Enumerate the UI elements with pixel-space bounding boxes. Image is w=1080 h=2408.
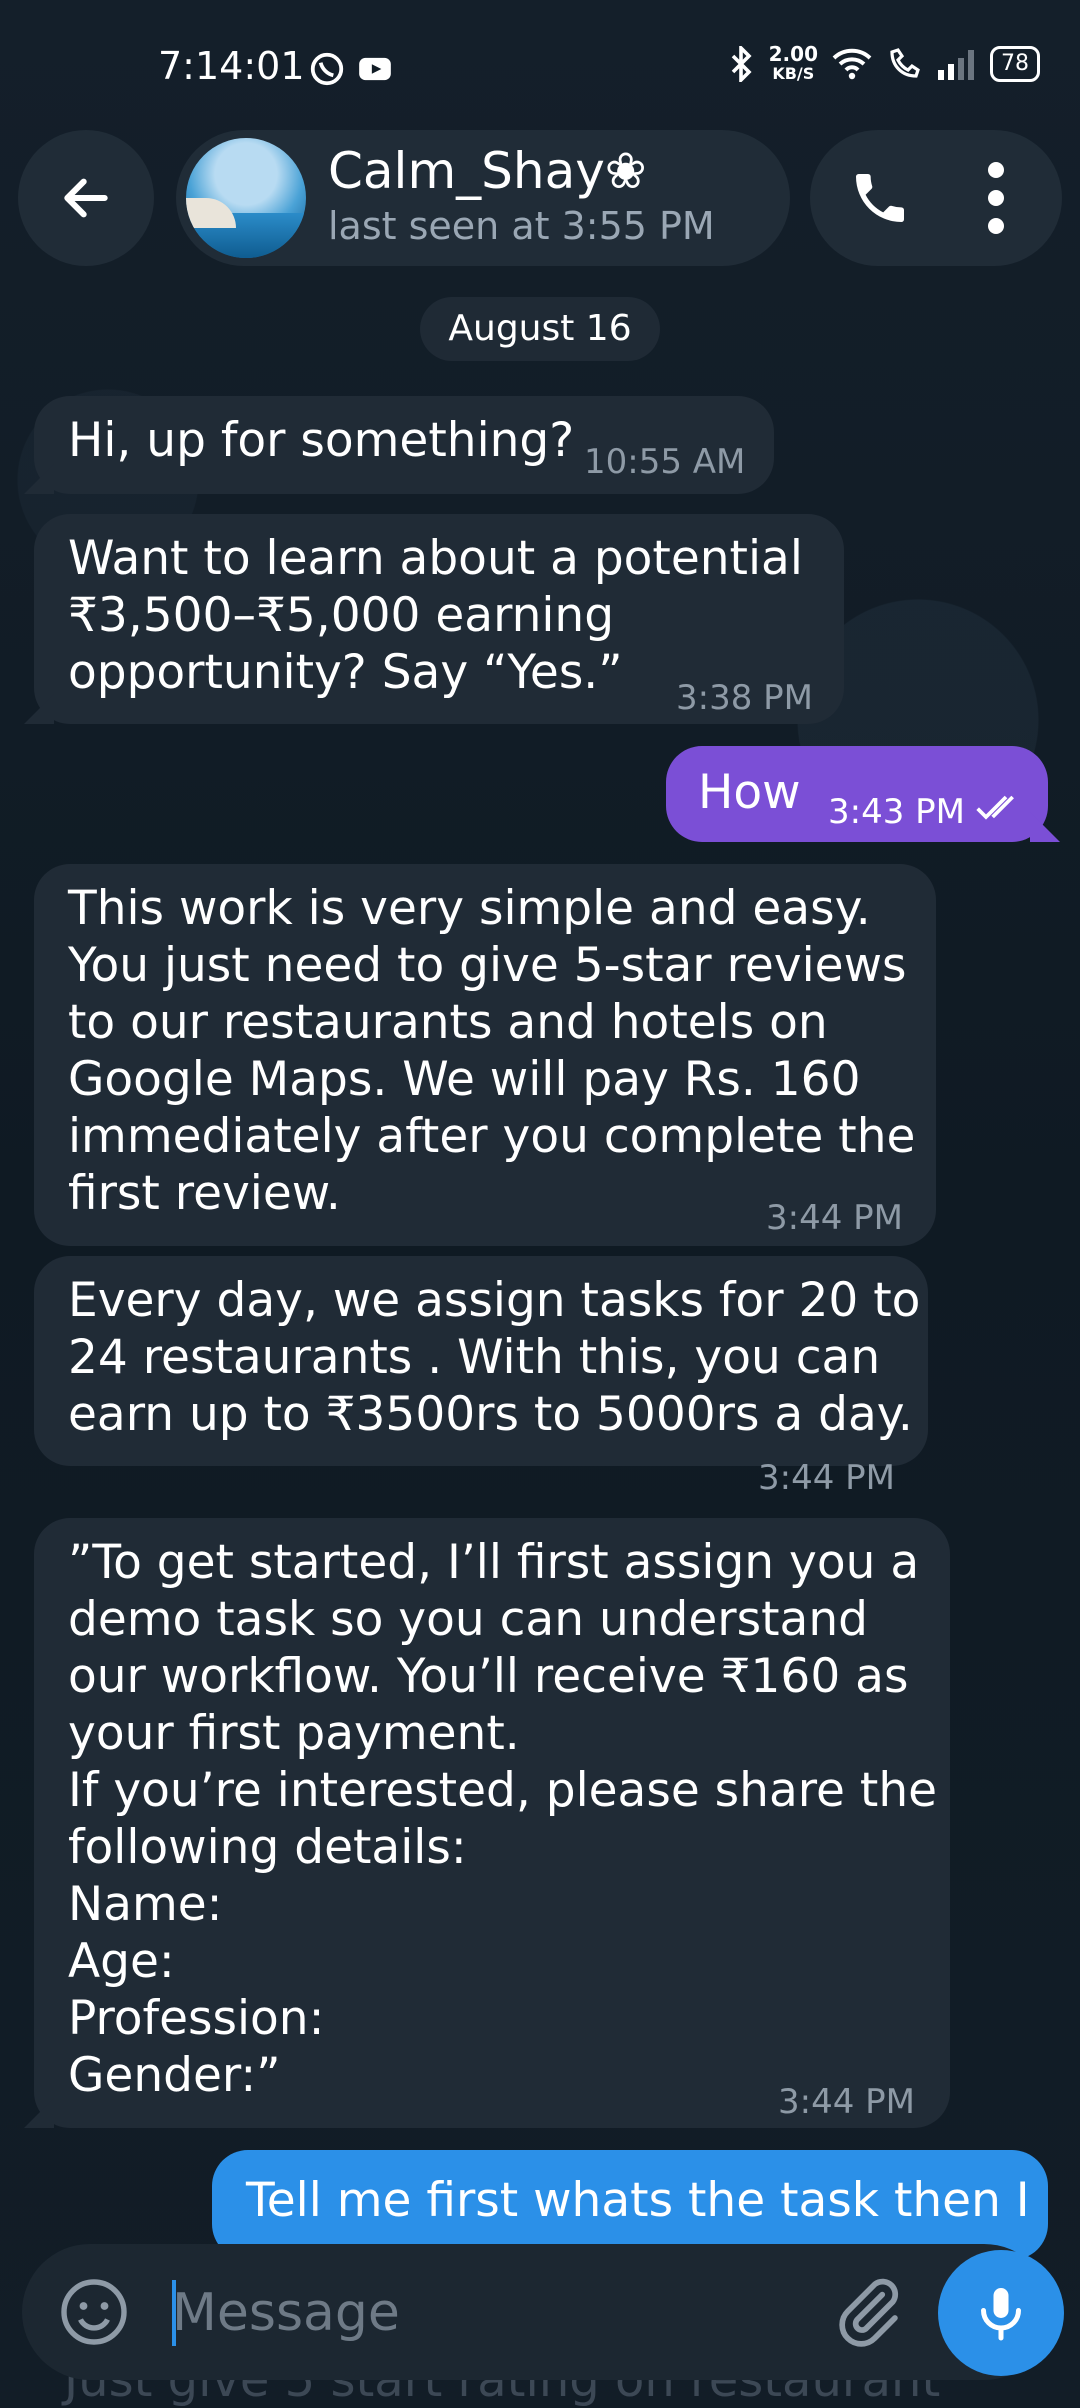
signal-icon xyxy=(938,50,974,80)
message-time: 3:44 PM xyxy=(758,1458,895,1498)
message-time: 3:43 PM xyxy=(828,792,965,832)
back-button[interactable] xyxy=(18,130,154,266)
emoji-icon[interactable] xyxy=(58,2276,130,2348)
message-bubble-incoming[interactable]: ”To get started, I’ll first assign you a… xyxy=(24,1518,950,2128)
battery-indicator: 78 xyxy=(990,46,1040,82)
message-input[interactable] xyxy=(170,2272,794,2354)
read-receipt-icon xyxy=(976,795,1014,820)
message-text: This work is very simple and easy. You j… xyxy=(68,881,916,1221)
bluetooth-icon xyxy=(731,46,752,82)
voice-record-button[interactable] xyxy=(938,2250,1064,2376)
message-time: 3:44 PM xyxy=(766,1198,903,1238)
avatar[interactable] xyxy=(186,138,306,258)
header-actions xyxy=(810,130,1062,266)
attach-icon[interactable] xyxy=(830,2274,906,2350)
message-time: 10:55 AM xyxy=(584,442,746,482)
message-text: Hi, up for something? xyxy=(68,413,575,468)
message-text: ”To get started, I’ll first assign you a… xyxy=(68,1535,938,2103)
status-icons: 2.00 KB/S 78 xyxy=(727,44,1040,84)
more-options-icon[interactable] xyxy=(976,160,1016,236)
message-text: Every day, we assign tasks for 20 to 24 … xyxy=(68,1273,921,1442)
message-composer xyxy=(22,2244,1052,2380)
call-icon[interactable] xyxy=(848,166,912,230)
text-caret xyxy=(172,2280,176,2346)
message-bubble-incoming[interactable]: This work is very simple and easy. You j… xyxy=(34,864,936,1246)
wifi-icon xyxy=(832,48,872,80)
message-time: 3:38 PM xyxy=(676,678,813,718)
status-time: 7:14:01 xyxy=(158,44,305,88)
status-bar: 7:14:01 2.00 KB/S 78 xyxy=(0,0,1080,130)
message-bubble-incoming[interactable]: Hi, up for something? 10:55 AM xyxy=(24,396,774,494)
microphone-icon xyxy=(981,2288,1021,2341)
whatsapp-icon xyxy=(310,52,344,86)
network-speed: 2.00 KB/S xyxy=(768,42,818,83)
message-bubble-incoming[interactable]: Every day, we assign tasks for 20 to 24 … xyxy=(34,1256,928,1498)
youtube-icon xyxy=(359,57,391,81)
wifi-calling-icon xyxy=(890,48,920,78)
message-time: 3:44 PM xyxy=(778,2082,915,2122)
message-text: How xyxy=(698,765,801,820)
back-arrow-icon xyxy=(64,178,108,218)
contact-header[interactable]: Calm_Shay❀ last seen at 3:55 PM xyxy=(176,130,790,266)
last-seen-status: last seen at 3:55 PM xyxy=(328,204,715,248)
message-bubble-outgoing[interactable]: How 3:43 PM xyxy=(666,746,1060,842)
message-text: Tell me first whats the task then I xyxy=(246,2173,1030,2228)
date-separator: August 16 xyxy=(420,297,660,361)
message-bubble-incoming[interactable]: Want to learn about a potential ₹3,500–₹… xyxy=(24,514,844,724)
contact-name: Calm_Shay❀ xyxy=(328,142,647,200)
